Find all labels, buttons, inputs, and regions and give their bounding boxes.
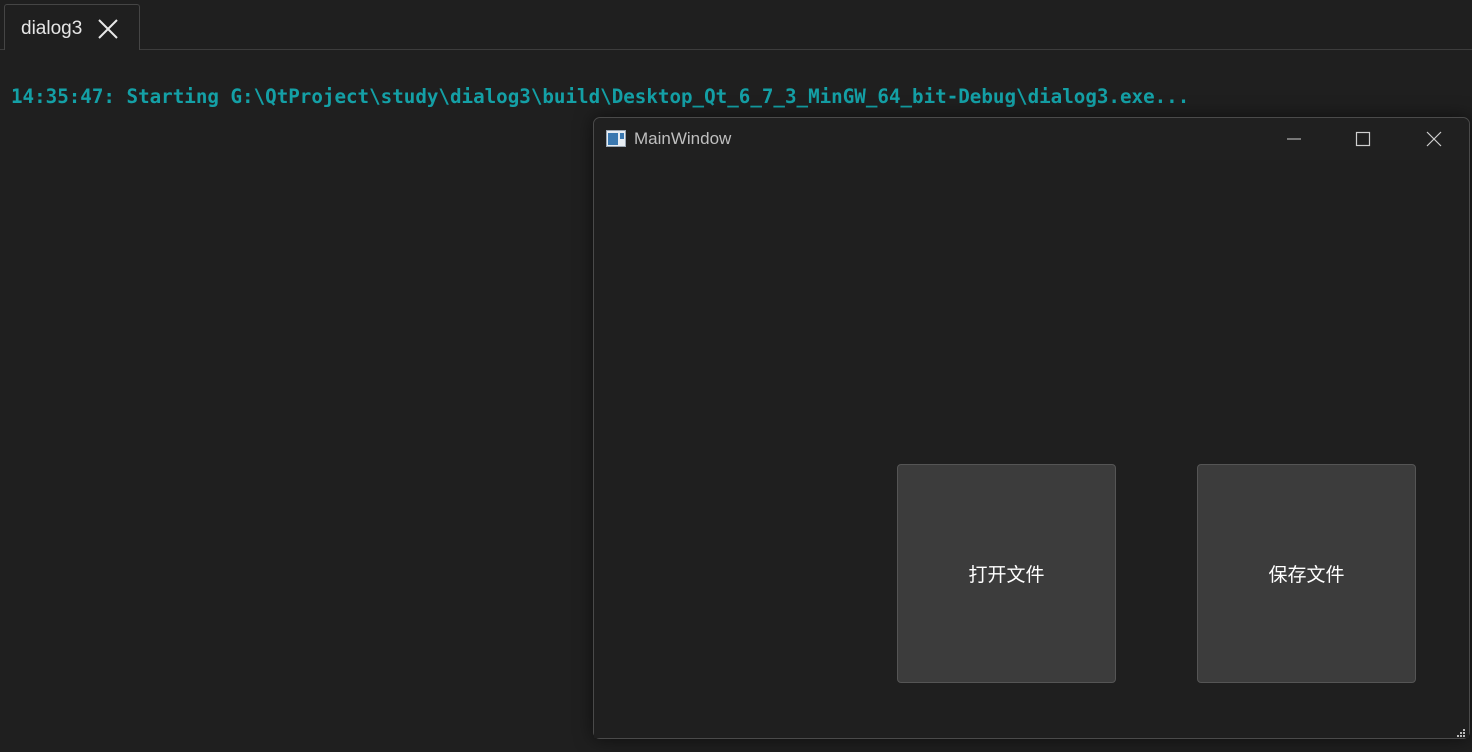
qt-app-icon xyxy=(606,130,626,147)
open-file-button[interactable]: 打开文件 xyxy=(897,464,1116,683)
tab-label: dialog3 xyxy=(21,18,83,39)
output-tab-bar: dialog3 xyxy=(0,0,1472,50)
close-icon xyxy=(1426,131,1442,147)
log-line: 14:35:47: Starting G:\QtProject\study\di… xyxy=(11,85,1190,108)
main-window: MainWindow 打开文件 保存文件 xyxy=(593,117,1470,739)
maximize-button[interactable] xyxy=(1333,118,1393,160)
resize-grip-icon[interactable] xyxy=(1456,725,1466,737)
ide-application-output: dialog3 14:35:47: Starting G:\QtProject\… xyxy=(0,0,1472,752)
window-title-bar[interactable]: MainWindow xyxy=(594,118,1469,160)
save-file-button[interactable]: 保存文件 xyxy=(1197,464,1416,683)
tab-dialog3[interactable]: dialog3 xyxy=(4,4,140,50)
window-title: MainWindow xyxy=(634,129,732,148)
close-button[interactable] xyxy=(1404,118,1464,160)
maximize-icon xyxy=(1355,131,1371,147)
minimize-icon xyxy=(1287,138,1301,140)
window-client-area: 打开文件 保存文件 xyxy=(594,160,1469,738)
minimize-button[interactable] xyxy=(1264,118,1324,160)
close-icon[interactable] xyxy=(96,17,120,41)
